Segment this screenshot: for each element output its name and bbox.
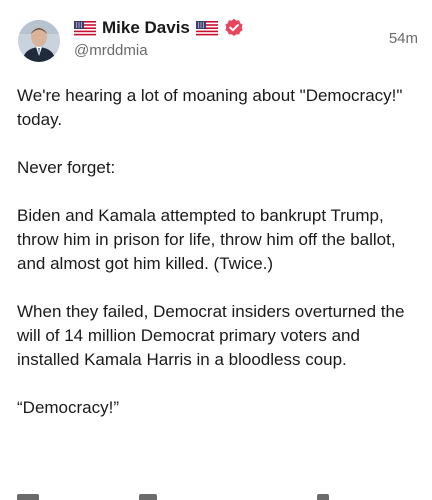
post-paragraph: Biden and Kamala attempted to bankrupt T… xyxy=(17,206,396,273)
author-name-row[interactable]: Mike Davis xyxy=(74,16,244,40)
post-paragraph: Never forget: xyxy=(17,158,116,177)
action-icon-cutoff[interactable] xyxy=(139,494,157,500)
us-flag-icon xyxy=(74,20,96,36)
author-display-name: Mike Davis xyxy=(102,18,190,37)
post-body: We're hearing a lot of moaning about "De… xyxy=(17,84,417,420)
post-header: Mike Davis @mrddmia 54m xyxy=(14,14,418,66)
author-handle[interactable]: @mrddmia xyxy=(74,42,148,59)
post-timestamp[interactable]: 54m xyxy=(389,30,418,47)
post-paragraph: We're hearing a lot of moaning about "De… xyxy=(17,86,403,129)
avatar[interactable] xyxy=(18,20,60,62)
us-flag-icon xyxy=(195,20,218,36)
post-paragraph: “Democracy!” xyxy=(17,398,120,417)
post-card: Mike Davis @mrddmia 54m We're hearing a … xyxy=(0,0,432,500)
action-icon-cutoff[interactable] xyxy=(317,494,329,500)
verified-badge-icon[interactable] xyxy=(224,18,244,38)
action-icon-cutoff[interactable] xyxy=(17,494,39,500)
post-paragraph: When they failed, Democrat insiders over… xyxy=(17,302,405,369)
post-actions-cutoff xyxy=(17,490,417,500)
avatar-photo-icon xyxy=(18,20,60,62)
